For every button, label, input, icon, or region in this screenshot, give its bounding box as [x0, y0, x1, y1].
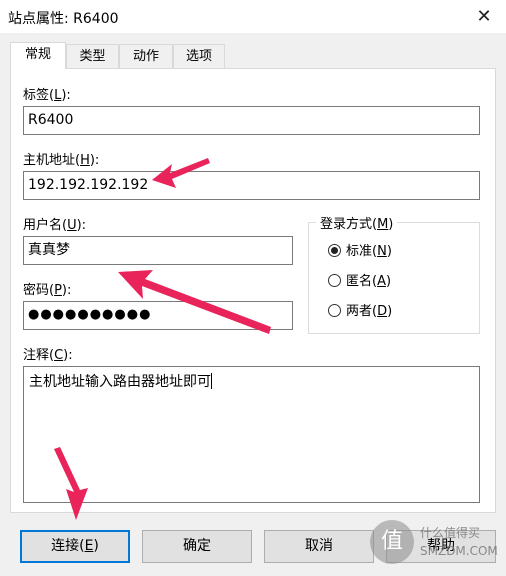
- radio-standard[interactable]: 标准(N): [328, 243, 392, 261]
- connect-button[interactable]: 连接(E): [20, 530, 130, 563]
- radio-unchecked-icon: [328, 274, 341, 287]
- text-caret: [211, 373, 212, 389]
- host-field-label: 主机地址(H):: [23, 153, 100, 168]
- watermark-domain: SMZDM.COM: [420, 544, 498, 558]
- comment-field-label: 注释(C):: [23, 348, 73, 363]
- radio-checked-icon: [328, 244, 341, 257]
- watermark: 值 什么值得买 SMZDM.COM: [370, 516, 500, 572]
- password-field-label: 密码(P):: [23, 283, 72, 298]
- radio-anonymous[interactable]: 匿名(A): [328, 273, 391, 291]
- username-input[interactable]: 真真梦: [23, 236, 293, 265]
- tab-general[interactable]: 常规: [10, 42, 66, 69]
- label-field-label: 标签(L):: [23, 88, 71, 103]
- label-input[interactable]: R6400: [23, 106, 480, 135]
- password-input[interactable]: ●●●●●●●●●●: [23, 301, 293, 330]
- tab-type[interactable]: 类型: [66, 44, 119, 68]
- window-title: 站点属性: R6400: [8, 11, 119, 27]
- watermark-logo: 值: [370, 520, 414, 564]
- login-method-legend: 登录方式(M): [316, 213, 398, 232]
- tab-options[interactable]: 选项: [173, 44, 225, 68]
- tab-actions[interactable]: 动作: [119, 44, 173, 68]
- close-icon[interactable]: ✕: [462, 0, 506, 33]
- title-bar: 站点属性: R6400 ✕: [0, 0, 506, 33]
- host-address-input[interactable]: 192.192.192.192: [23, 171, 480, 200]
- radio-unchecked-icon: [328, 304, 341, 317]
- comment-textarea[interactable]: 主机地址输入路由器地址即可: [23, 366, 480, 503]
- comment-text: 主机地址输入路由器地址即可: [29, 374, 211, 390]
- username-field-label: 用户名(U):: [23, 218, 87, 233]
- radio-both[interactable]: 两者(D): [328, 303, 392, 321]
- cancel-button[interactable]: 取消: [264, 530, 374, 563]
- watermark-brand: 什么值得买: [420, 526, 481, 540]
- ok-button[interactable]: 确定: [142, 530, 252, 563]
